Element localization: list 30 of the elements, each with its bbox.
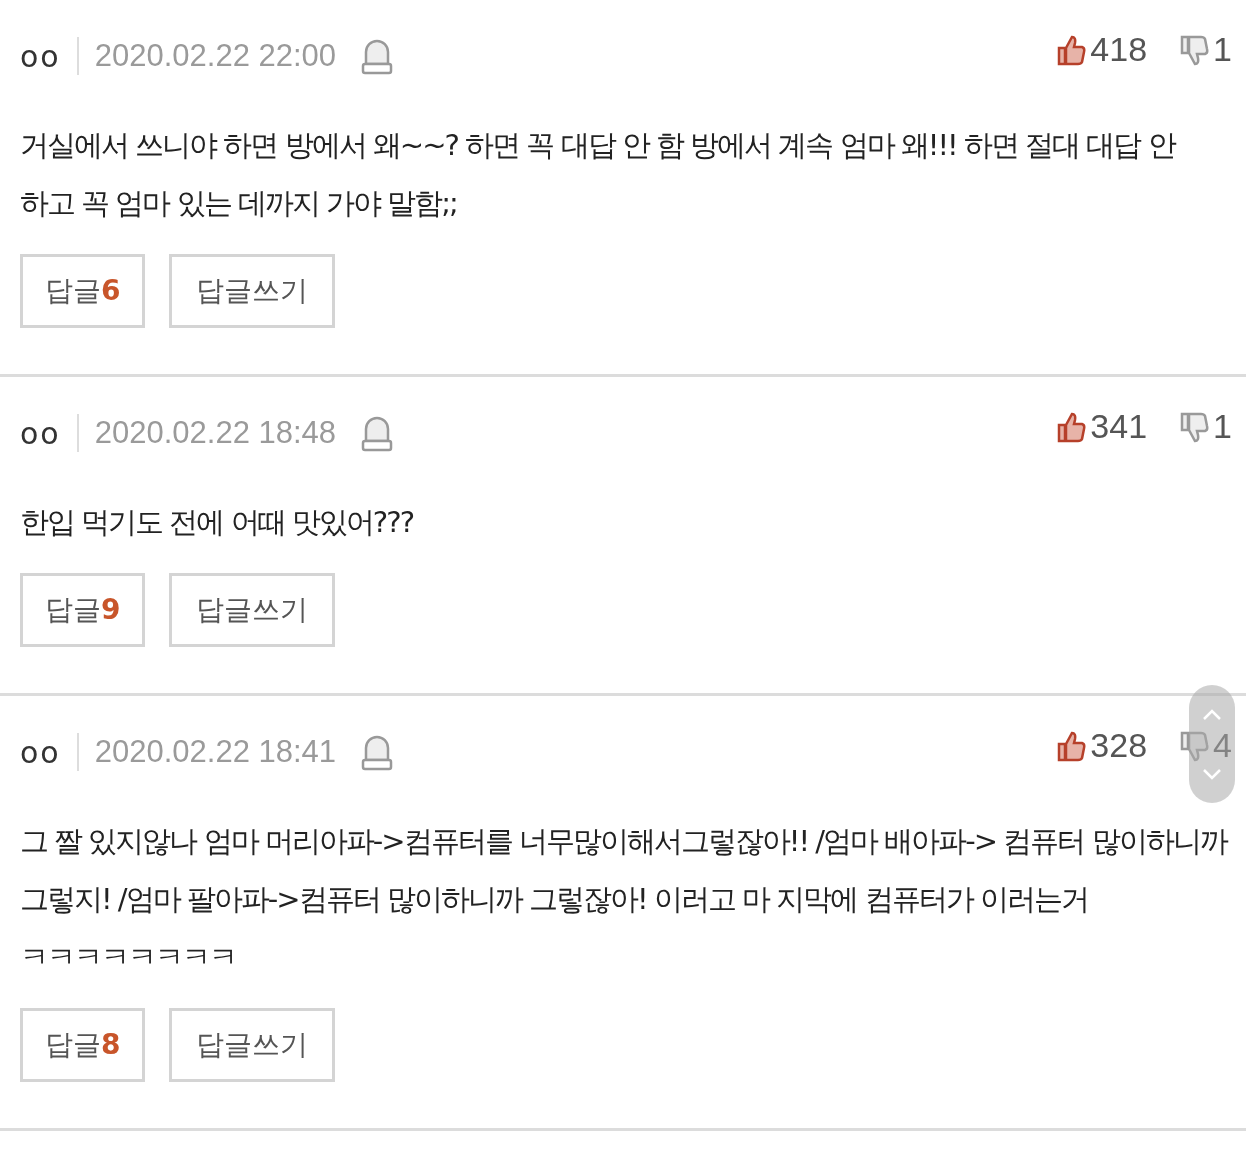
thumbs-down-icon — [1179, 33, 1210, 66]
chevron-down-icon — [1201, 766, 1223, 781]
reply-count-button[interactable]: 답글6 — [20, 254, 146, 328]
thumbs-down-icon — [1179, 729, 1210, 762]
comment-text: 그 짤 있지않나 엄마 머리아파->컴퓨터를 너무많이해서그렇잖아!! /엄마 배아파-> 컴퓨터 많이하니까 그렇지! /엄마 팔아파->컴퓨터 많이하니까 그렇잖아! 이러고 마 지막에 컴퓨터가 이러는거 ㅋㅋㅋㅋㅋㅋㅋㅋ — [20, 823, 1229, 976]
write-reply-button[interactable]: 답글쓰기 — [169, 1008, 336, 1082]
comment-text: 거실에서 쓰니야 하면 방에서 왜~~? 하면 꼭 대답 안 함 방에서 계속 엄마 왜!!! 하면 절대 대답 안 하고 꼭 엄마 있는 데까지 가야 말함;; — [20, 127, 1177, 222]
scroll-button[interactable] — [1189, 685, 1235, 803]
author-name: oo — [20, 37, 61, 76]
author-name: oo — [20, 733, 61, 772]
dislike-count: 1 — [1213, 406, 1232, 447]
comment-date: 2020.02.22 22:00 — [94, 36, 337, 75]
write-reply-button[interactable]: 답글쓰기 — [169, 573, 336, 647]
reply-count-button[interactable]: 답글9 — [20, 573, 146, 647]
dislike-count: 1 — [1213, 29, 1232, 70]
reply-count-button[interactable]: 답글8 — [20, 1008, 146, 1082]
like-count: 418 — [1090, 29, 1148, 70]
like-count: 328 — [1090, 725, 1148, 766]
author-name: oo — [20, 414, 61, 453]
comment-text: 한입 먹기도 전에 어때 맛있어??? — [20, 504, 415, 541]
thumbs-up-icon — [1056, 410, 1087, 443]
comment-date: 2020.02.22 18:41 — [94, 732, 337, 771]
comment-date: 2020.02.22 18:48 — [94, 413, 337, 452]
write-reply-button[interactable]: 답글쓰기 — [169, 254, 336, 328]
thumbs-up-icon — [1056, 729, 1087, 762]
thumbs-up-icon — [1056, 33, 1087, 66]
chevron-up-icon — [1201, 707, 1223, 722]
thumbs-down-icon — [1179, 410, 1210, 443]
like-count: 341 — [1090, 406, 1148, 447]
dislike-count: 4 — [1213, 725, 1232, 766]
